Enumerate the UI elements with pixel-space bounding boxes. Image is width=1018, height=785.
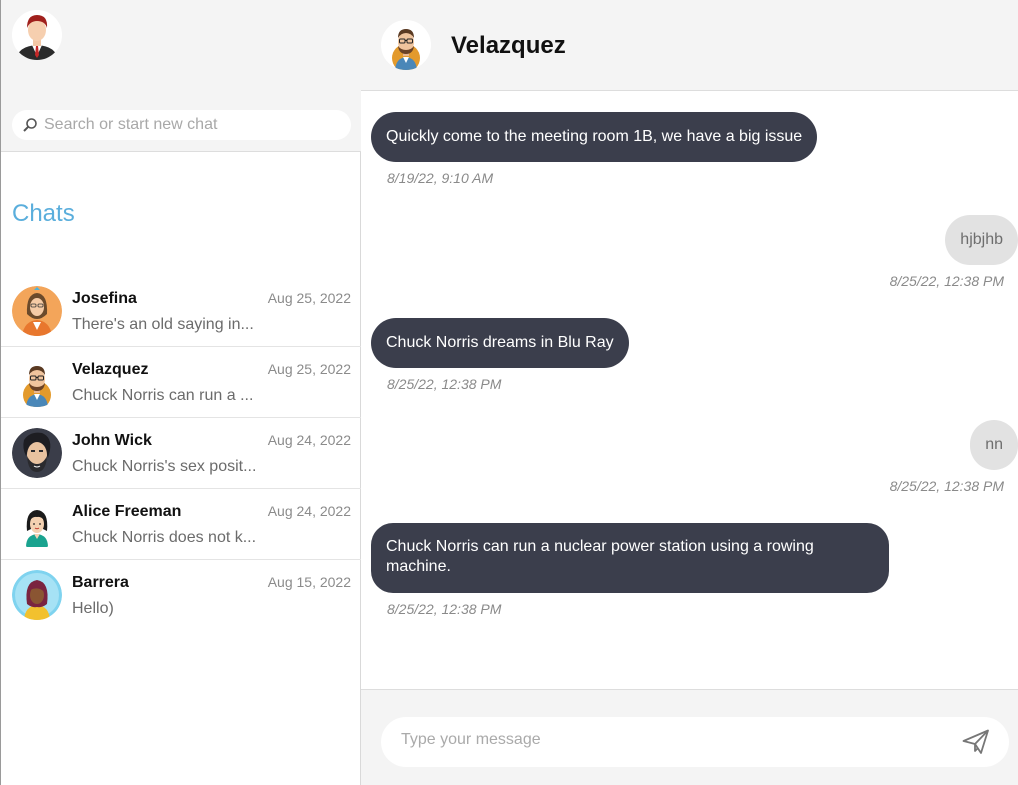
- message-bubble: nn: [970, 420, 1018, 470]
- message-input[interactable]: [401, 731, 941, 749]
- chat-date: Aug 25, 2022: [267, 361, 351, 377]
- chat-name: Josefina: [72, 290, 137, 307]
- chat-app: Chats Josefina Aug 2: [0, 0, 1018, 785]
- chat-date: Aug 24, 2022: [267, 432, 351, 448]
- search-icon: [22, 117, 38, 133]
- avatar-velazquez-icon: [381, 20, 431, 70]
- user-avatar-icon: [12, 10, 62, 60]
- search-input[interactable]: [44, 116, 334, 134]
- message-input-box[interactable]: [381, 717, 1009, 767]
- sidebar: Chats Josefina Aug 2: [0, 0, 361, 785]
- message-composer: [361, 689, 1018, 785]
- avatar: [12, 286, 62, 336]
- avatar-alice-freeman-icon: [12, 499, 62, 549]
- message-timestamp: 8/25/22, 12:38 PM: [387, 376, 502, 392]
- chat-date: Aug 24, 2022: [267, 503, 351, 519]
- message-timestamp: 8/25/22, 12:38 PM: [889, 273, 1004, 289]
- search-bar[interactable]: [12, 110, 351, 140]
- chat-item-alice-freeman[interactable]: Alice Freeman Aug 24, 2022 Chuck Norris …: [1, 489, 361, 560]
- user-avatar[interactable]: [12, 10, 62, 60]
- message-list: Quickly come to the meeting room 1B, we …: [361, 92, 1018, 689]
- conversation-header: Velazquez: [361, 0, 1018, 91]
- chat-date: Aug 15, 2022: [267, 574, 351, 590]
- chat-name: Velazquez: [72, 361, 149, 378]
- sidebar-header: [1, 0, 361, 152]
- send-button[interactable]: [961, 727, 991, 757]
- chat-name: Alice Freeman: [72, 503, 182, 520]
- message-timestamp: 8/25/22, 12:38 PM: [889, 478, 1004, 494]
- avatar-barrera-icon: [12, 570, 62, 620]
- contact-name: Velazquez: [451, 32, 566, 59]
- chat-preview: Chuck Norris's sex posit...: [72, 458, 257, 475]
- chats-heading: Chats: [12, 200, 75, 227]
- avatar: [12, 357, 62, 407]
- avatar: [12, 499, 62, 549]
- message-timestamp: 8/19/22, 9:10 AM: [387, 170, 494, 186]
- chat-preview: There's an old saying in...: [72, 316, 254, 333]
- message-bubble: Chuck Norris dreams in Blu Ray: [371, 318, 629, 368]
- send-icon: [962, 729, 989, 754]
- chat-item-josefina[interactable]: Josefina Aug 25, 2022 There's an old say…: [1, 276, 361, 347]
- chat-list: Josefina Aug 25, 2022 There's an old say…: [1, 276, 361, 631]
- avatar-velazquez-icon: [12, 357, 62, 407]
- chat-preview: Chuck Norris does not k...: [72, 529, 257, 546]
- message-bubble: Chuck Norris can run a nuclear power sta…: [371, 523, 889, 593]
- chat-name: Barrera: [72, 574, 129, 591]
- avatar: [12, 570, 62, 620]
- message-outgoing: hjbjhb: [945, 215, 1018, 265]
- chat-item-velazquez[interactable]: Velazquez Aug 25, 2022 Chuck Norris can …: [1, 347, 361, 418]
- message-outgoing: nn: [970, 420, 1018, 470]
- chat-item-barrera[interactable]: Barrera Aug 15, 2022 Hello): [1, 560, 361, 631]
- chat-preview: Hello): [72, 600, 114, 617]
- avatar: [12, 428, 62, 478]
- message-bubble: hjbjhb: [945, 215, 1018, 265]
- chat-date: Aug 25, 2022: [267, 290, 351, 306]
- message-timestamp: 8/25/22, 12:38 PM: [387, 601, 502, 617]
- message-bubble: Quickly come to the meeting room 1B, we …: [371, 112, 818, 162]
- chat-name: John Wick: [72, 432, 152, 449]
- avatar-john-wick-icon: [12, 428, 62, 478]
- message-incoming: Chuck Norris dreams in Blu Ray: [371, 318, 629, 368]
- chat-preview: Chuck Norris can run a ...: [72, 387, 254, 404]
- avatar-josefina-icon: [12, 286, 62, 336]
- message-incoming: Quickly come to the meeting room 1B, we …: [371, 112, 818, 162]
- message-incoming: Chuck Norris can run a nuclear power sta…: [371, 523, 889, 593]
- chat-item-john-wick[interactable]: John Wick Aug 24, 2022 Chuck Norris's se…: [1, 418, 361, 489]
- contact-avatar[interactable]: [381, 20, 431, 70]
